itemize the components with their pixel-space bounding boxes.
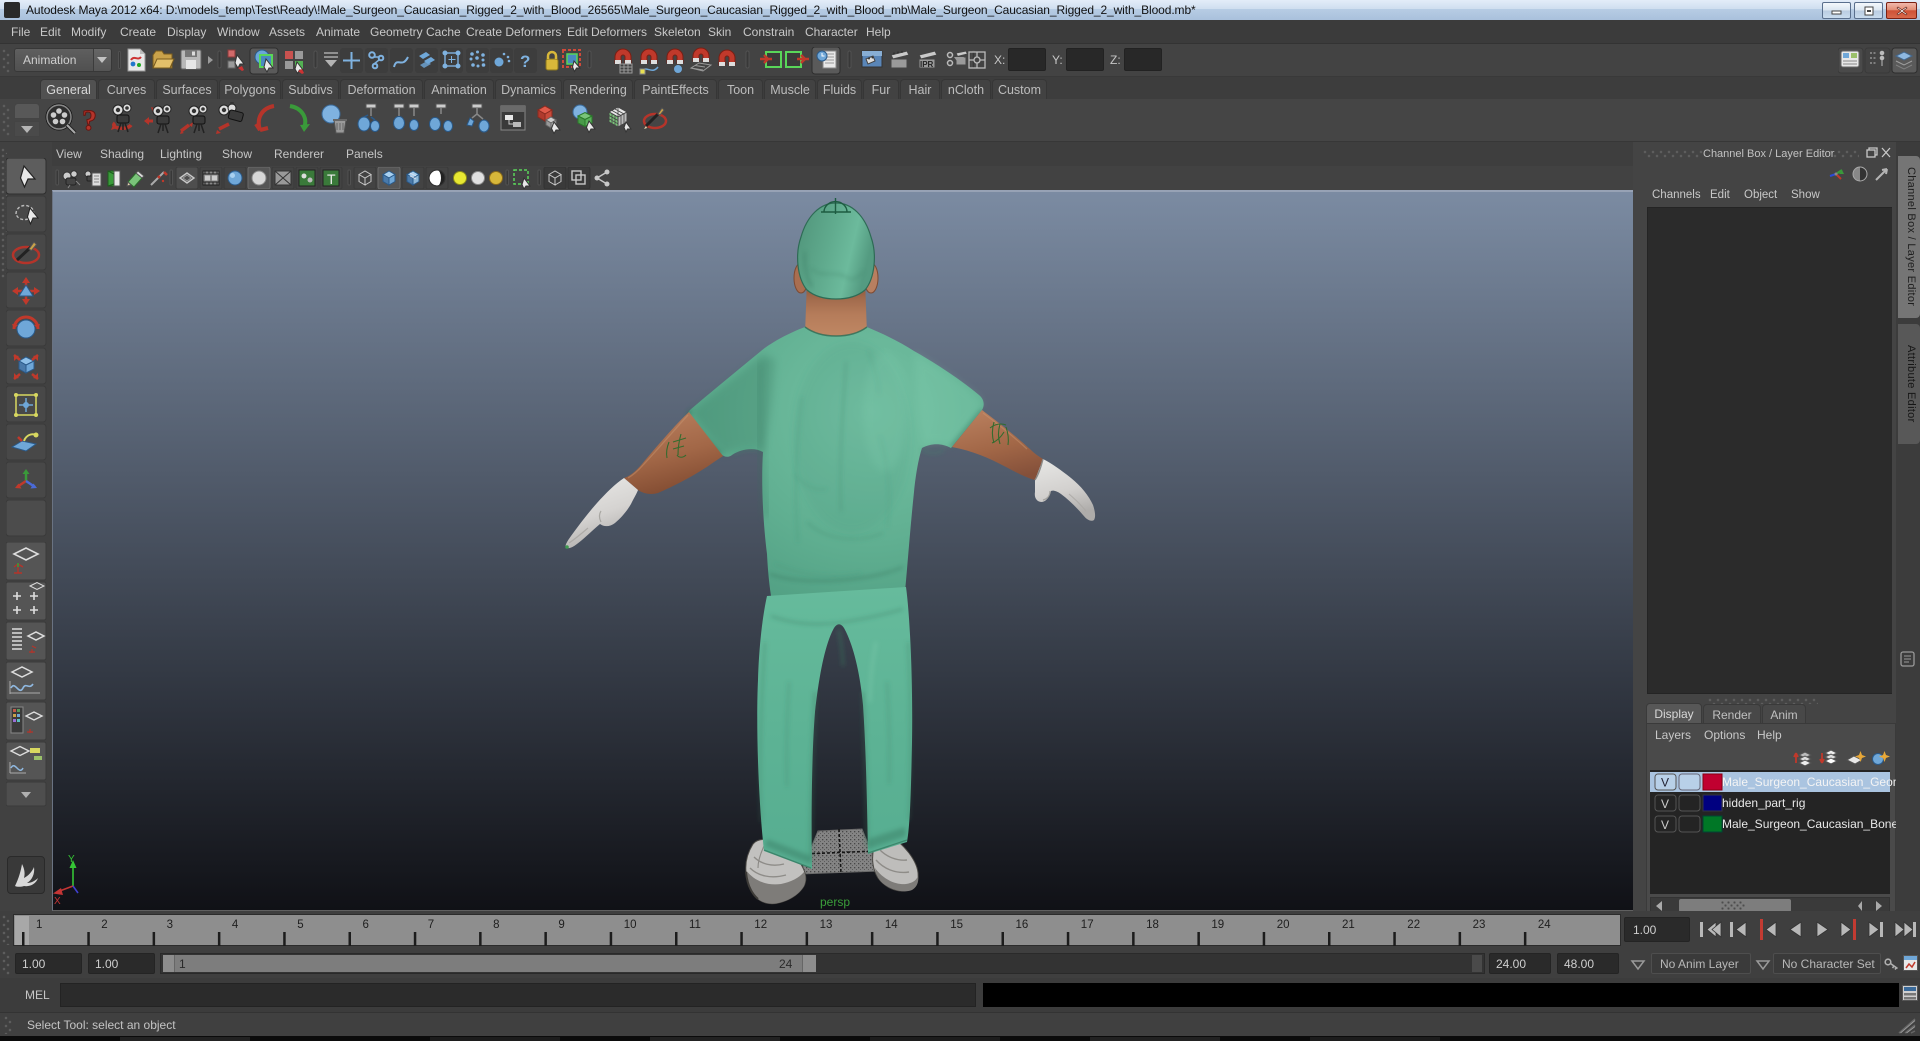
svg-text:4: 4 (232, 919, 239, 931)
svg-text:20: 20 (1277, 919, 1290, 931)
svg-text:17: 17 (1081, 919, 1094, 931)
svg-text:?: ? (82, 104, 97, 137)
svg-text:11: 11 (689, 919, 701, 931)
svg-text:13: 13 (820, 919, 833, 931)
svg-text:2: 2 (101, 919, 107, 931)
svg-text:14: 14 (885, 919, 898, 931)
svg-text:16: 16 (1016, 919, 1029, 931)
svg-text:22: 22 (1407, 919, 1420, 931)
svg-text:21: 21 (1342, 919, 1355, 931)
svg-text:12: 12 (754, 919, 767, 931)
svg-text:5: 5 (297, 919, 303, 931)
svg-text:19: 19 (1211, 919, 1224, 931)
svg-text:IPR: IPR (920, 60, 934, 69)
svg-text:Y: Y (68, 854, 75, 865)
svg-text:V: V (1661, 776, 1669, 790)
svg-text:?: ? (520, 52, 530, 71)
svg-text:18: 18 (1146, 919, 1159, 931)
svg-text:9: 9 (558, 919, 564, 931)
svg-text:X: X (54, 896, 61, 907)
svg-text:T: T (327, 171, 336, 187)
svg-text:8: 8 (493, 919, 499, 931)
svg-text:10: 10 (624, 919, 637, 931)
svg-text:V: V (1661, 818, 1669, 832)
svg-text:24: 24 (1538, 919, 1551, 931)
svg-text:persp: persp (820, 895, 850, 909)
svg-text:23: 23 (1473, 919, 1486, 931)
svg-text:3: 3 (167, 919, 173, 931)
svg-text:7: 7 (428, 919, 434, 931)
svg-text:6: 6 (363, 919, 369, 931)
svg-text:V: V (1661, 797, 1669, 811)
svg-text:1: 1 (36, 919, 42, 931)
svg-text:15: 15 (950, 919, 963, 931)
